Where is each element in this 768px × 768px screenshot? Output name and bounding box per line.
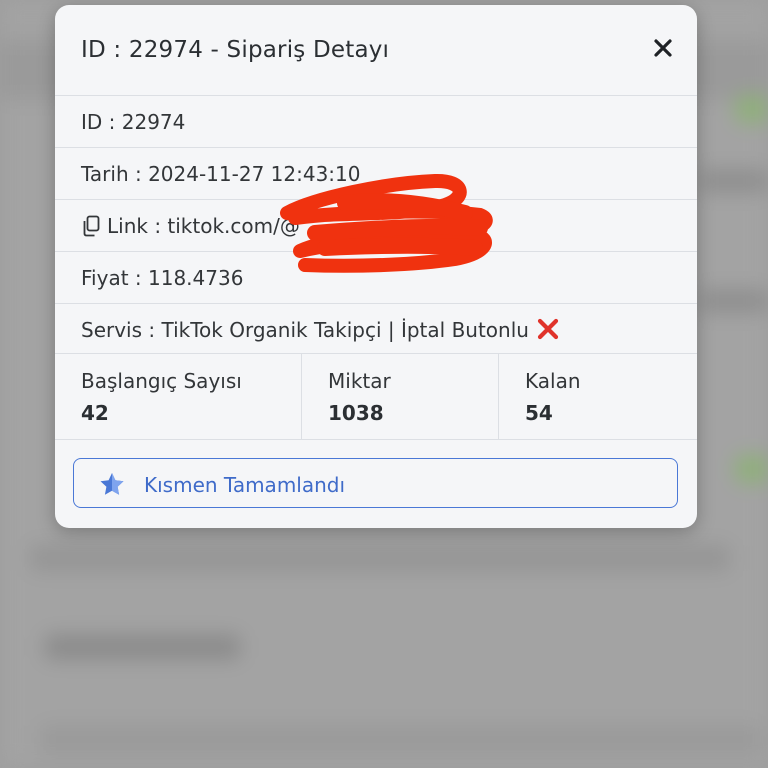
status-button[interactable]: Kısmen Tamamlandı (73, 458, 678, 508)
stat-start-count: Başlangıç Sayısı 42 (55, 354, 302, 439)
row-date: Tarih : 2024-11-27 12:43:10 (55, 148, 697, 200)
order-stats: Başlangıç Sayısı 42 Miktar 1038 Kalan 54 (55, 354, 697, 440)
order-link[interactable]: Link : tiktok.com/@ (81, 214, 300, 238)
order-date-text: Tarih : 2024-11-27 12:43:10 (81, 162, 361, 186)
row-price: Fiyat : 118.4736 (55, 252, 697, 304)
stat-value: 54 (525, 401, 553, 425)
modal-title: ID : 22974 - Sipariş Detayı (81, 37, 390, 63)
order-link-text: Link : tiktok.com/@ (107, 214, 300, 238)
row-service: Servis : TikTok Organik Takipçi | İptal … (55, 304, 697, 354)
stat-label: Başlangıç Sayısı (81, 369, 242, 393)
stat-quantity: Miktar 1038 (302, 354, 499, 439)
order-service: Servis : TikTok Organik Takipçi | İptal … (81, 316, 561, 342)
row-link: Link : tiktok.com/@ (55, 200, 697, 252)
star-icon (100, 473, 124, 495)
close-button[interactable] (651, 36, 675, 60)
copy-icon[interactable] (81, 215, 101, 237)
cross-mark-icon (537, 318, 559, 340)
modal-header: ID : 22974 - Sipariş Detayı (55, 5, 697, 96)
order-id-text: ID : 22974 (81, 110, 186, 134)
order-service-text: Servis : TikTok Organik Takipçi | İptal … (81, 318, 529, 342)
stat-value: 1038 (328, 401, 384, 425)
row-id: ID : 22974 (55, 96, 697, 148)
stat-value: 42 (81, 401, 109, 425)
stat-label: Kalan (525, 369, 581, 393)
status-label: Kısmen Tamamlandı (144, 473, 346, 497)
order-detail-modal: ID : 22974 - Sipariş Detayı ID : 22974 T… (55, 5, 697, 528)
stat-remaining: Kalan 54 (499, 354, 696, 439)
close-icon (654, 39, 672, 57)
stat-label: Miktar (328, 369, 391, 393)
order-price-text: Fiyat : 118.4736 (81, 266, 244, 290)
